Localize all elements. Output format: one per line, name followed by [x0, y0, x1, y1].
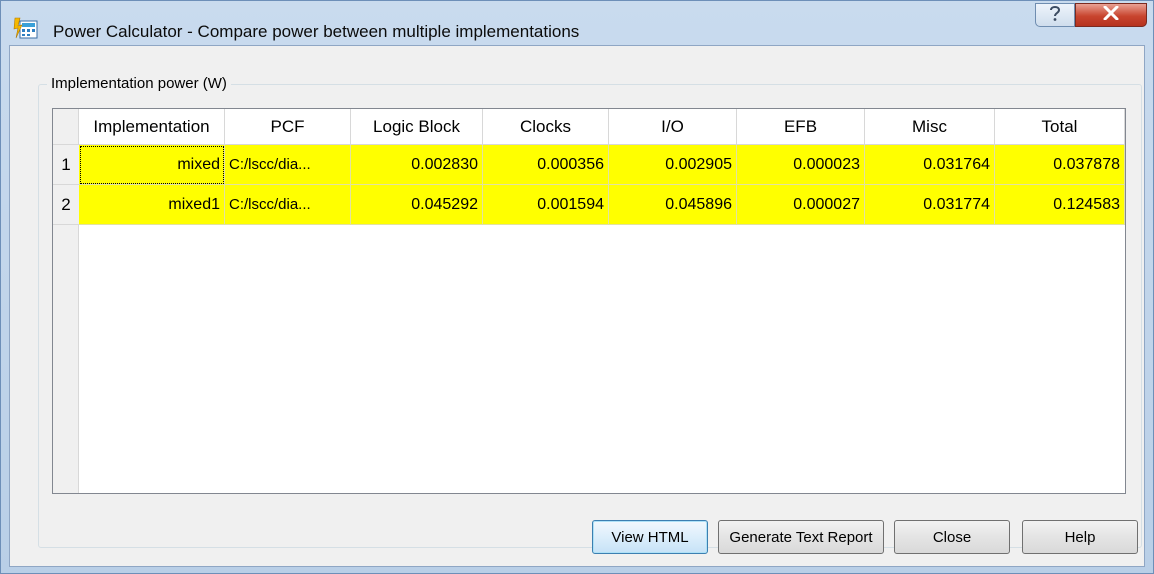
help-button[interactable]: Help: [1022, 520, 1138, 554]
cell-total[interactable]: 0.037878: [995, 145, 1125, 185]
col-header-implementation[interactable]: Implementation: [79, 109, 225, 145]
row-header[interactable]: 2: [53, 185, 79, 225]
help-icon: [1047, 4, 1063, 27]
cell-misc[interactable]: 0.031764: [865, 145, 995, 185]
power-calculator-icon: [13, 16, 39, 40]
cell-total[interactable]: 0.124583: [995, 185, 1125, 225]
cell-misc[interactable]: 0.031774: [865, 185, 995, 225]
title-bar[interactable]: Power Calculator - Compare power between…: [1, 1, 1153, 45]
table-corner[interactable]: [53, 109, 79, 145]
col-header-efb[interactable]: EFB: [737, 109, 865, 145]
view-html-button[interactable]: View HTML: [592, 520, 708, 554]
title-help-button[interactable]: [1035, 3, 1075, 27]
cell-logic-block[interactable]: 0.045292: [351, 185, 483, 225]
group-title: Implementation power (W): [47, 75, 231, 92]
col-header-clocks[interactable]: Clocks: [483, 109, 609, 145]
power-table[interactable]: Implementation PCF Logic Block Clocks I/…: [52, 108, 1126, 494]
dialog-client-area: Implementation power (W) Implementation …: [9, 45, 1145, 567]
window-title: Power Calculator - Compare power between…: [53, 22, 580, 41]
close-button[interactable]: Close: [894, 520, 1010, 554]
cell-io[interactable]: 0.002905: [609, 145, 737, 185]
cell-pcf[interactable]: C:/lscc/dia...: [225, 145, 351, 185]
cell-io[interactable]: 0.045896: [609, 185, 737, 225]
cell-clocks[interactable]: 0.000356: [483, 145, 609, 185]
power-calculator-window: Power Calculator - Compare power between…: [0, 0, 1154, 574]
cell-pcf[interactable]: C:/lscc/dia...: [225, 185, 351, 225]
cell-clocks[interactable]: 0.001594: [483, 185, 609, 225]
row-header[interactable]: 1: [53, 145, 79, 185]
col-header-pcf[interactable]: PCF: [225, 109, 351, 145]
title-close-button[interactable]: [1075, 3, 1147, 27]
close-icon: [1103, 5, 1119, 25]
col-header-total[interactable]: Total: [995, 109, 1125, 145]
col-header-logic-block[interactable]: Logic Block: [351, 109, 483, 145]
cell-implementation[interactable]: mixed: [79, 145, 225, 185]
cell-logic-block[interactable]: 0.002830: [351, 145, 483, 185]
generate-text-report-button[interactable]: Generate Text Report: [718, 520, 884, 554]
cell-efb[interactable]: 0.000027: [737, 185, 865, 225]
cell-implementation[interactable]: mixed1: [79, 185, 225, 225]
cell-efb[interactable]: 0.000023: [737, 145, 865, 185]
col-header-io[interactable]: I/O: [609, 109, 737, 145]
col-header-misc[interactable]: Misc: [865, 109, 995, 145]
